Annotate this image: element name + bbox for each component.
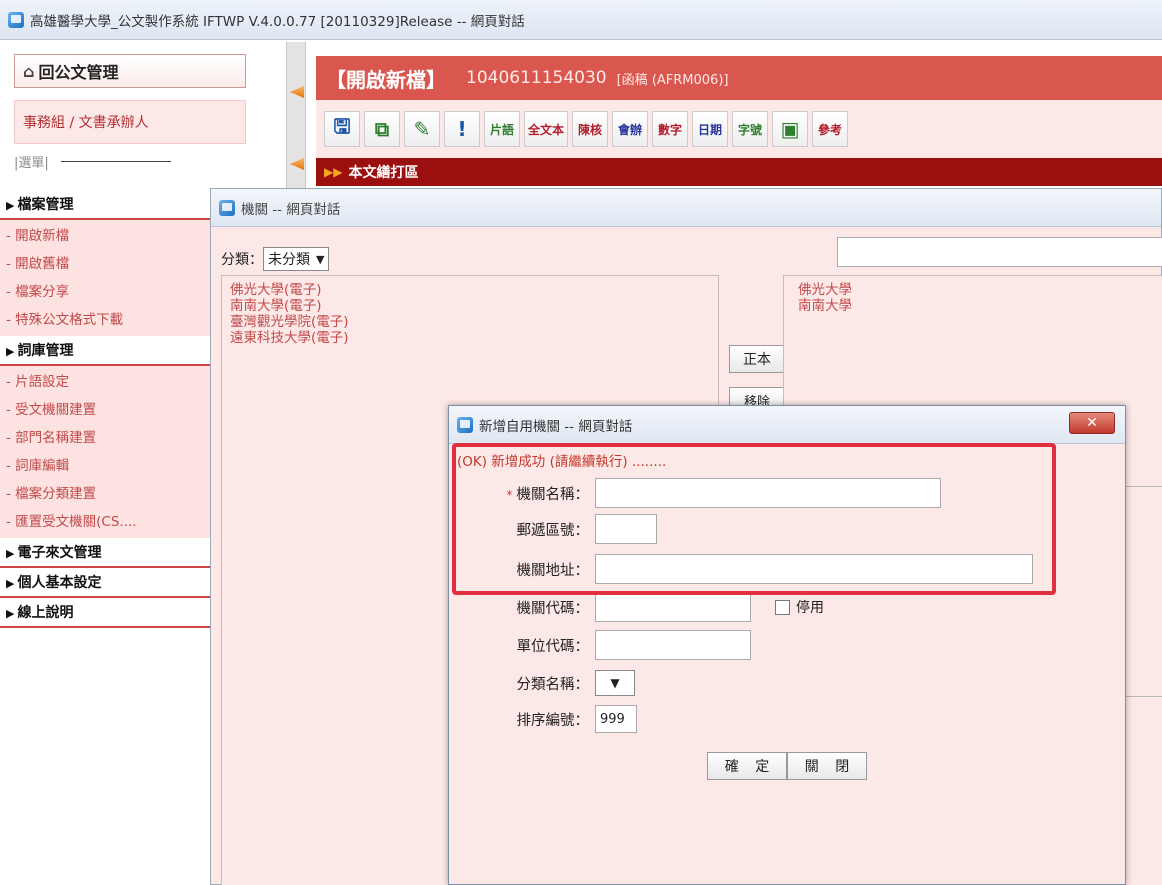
add-agency-titlebar: 新增自用機關 -- 網頁對話 ✕ [449,406,1125,444]
checkbox-icon[interactable] [775,599,790,615]
browser-icon [8,11,24,28]
edit-area-strip: ▶▶ 本文繕打區 [316,158,1162,186]
agency-dialog-titlebar: 機關 -- 網頁對話 [211,189,1161,227]
category-select[interactable]: 未分類 ▼ [263,247,330,271]
nav-item-phrase[interactable]: - 片語設定 [0,368,210,396]
number-button[interactable]: 數字 [652,111,689,147]
copy-icon[interactable]: ⧉ [364,111,400,147]
cosign-button[interactable]: 會辦 [612,111,649,147]
category-label: 分類： [221,252,263,268]
window-titlebar: 高雄醫學大學_公文製作系統 IFTWP V.4.0.0.77 [20110329… [0,0,1162,40]
sort-row: 排序編號： 999 [449,704,637,734]
category-name-label: 分類名稱： [516,676,590,693]
agency-name-field[interactable] [595,478,941,508]
nav-item-recipient[interactable]: - 受文機關建置 [0,396,210,424]
chevron-down-icon: ▼ [610,676,620,690]
unit-code-field[interactable] [595,630,751,660]
list-item[interactable]: 佛光大學 [798,282,1154,298]
list-item[interactable]: 臺灣觀光學院(電子) [230,314,710,330]
review-button[interactable]: 陳核 [572,111,609,147]
sidebar-nav: 檔案管理 - 開啟新檔 - 開啟舊檔 - 檔案分享 - 特殊公文格式下載 詞庫管… [0,190,210,628]
nav-item-file-category[interactable]: - 檔案分類建置 [0,480,210,508]
nav-item-dept[interactable]: - 部門名稱建置 [0,424,210,452]
nav-item-lexicon-edit[interactable]: - 詞庫編輯 [0,452,210,480]
doc-id: 1040611154030 [466,68,607,88]
menu-label: |選單| [14,152,171,171]
phrase-button[interactable]: 片語 [484,111,520,147]
nav-item-share-file[interactable]: - 檔案分享 [0,278,210,306]
code-row: 機關代碼： 停用 [449,592,824,622]
disable-checkbox[interactable]: 停用 [775,597,824,617]
browser-icon [457,416,473,433]
search-input[interactable] [837,237,1162,267]
category-row: 分類： 未分類 ▼ [221,247,330,271]
chevron-down-icon: ▼ [316,252,325,266]
date-button[interactable]: 日期 [692,111,729,147]
add-agency-title: 新增自用機關 -- 網頁對話 [479,418,633,435]
home-logo[interactable]: ⌂ 回公文管理 [14,54,246,88]
list-item[interactable]: 南南大學(電子) [230,298,710,314]
list-item[interactable]: 南南大學 [798,298,1154,314]
agency-code-field[interactable] [595,592,751,622]
doc-header: 【開啟新檔】 1040611154030 [函稿 (AFRM006)] [316,56,1162,100]
category-name-select[interactable]: ▼ [595,670,635,696]
confirm-button[interactable]: 確 定 [707,752,787,780]
list-item[interactable]: 佛光大學(電子) [230,282,710,298]
window-title: 高雄醫學大學_公文製作系統 IFTWP V.4.0.0.77 [20110329… [30,13,525,30]
unit-row: 單位代碼： [449,630,751,660]
doc-type: [函稿 (AFRM006)] [616,72,729,88]
main-copy-button[interactable]: 正本 [729,345,785,373]
clipboard-icon[interactable]: ▣ [772,111,809,147]
zip-field[interactable] [595,514,657,544]
add-agency-dialog: 新增自用機關 -- 網頁對話 ✕ (OK) 新增成功 (請繼續執行) .....… [448,405,1126,885]
fulltext-button[interactable]: 全文本 [524,111,569,147]
sort-label: 排序編號： [516,712,590,729]
zip-label: 郵遞區號： [516,522,590,539]
save-icon[interactable]: 🖫 [324,111,360,147]
toolbar: 🖫 ⧉ ✎ ! 片語 全文本 陳核 會辦 數字 日期 字號 ▣ 參考 [316,100,1162,158]
agency-name-label: * 機關名稱： [506,486,590,503]
nav-item-new-file[interactable]: - 開啟新檔 [0,222,210,250]
home-icon: ⌂ [23,61,35,81]
logo-text: 回公文管理 [38,63,119,82]
unit-code-label: 單位代碼： [516,638,590,655]
docno-button[interactable]: 字號 [732,111,769,147]
address-label: 機關地址： [516,562,590,579]
nav-item-import-recipient[interactable]: - 匯置受文機關(CS.... [0,508,210,536]
status-message: (OK) 新增成功 (請繼續執行) ........ [457,454,667,470]
close-button[interactable]: 關 閉 [787,752,867,780]
close-icon[interactable]: ✕ [1069,412,1115,434]
category-name-row: 分類名稱： ▼ [449,668,635,698]
address-field[interactable] [595,554,1033,584]
pen-icon[interactable]: ✎ [404,111,440,147]
edit-area-label: 本文繕打區 [348,165,419,181]
collapse-arrow-icon[interactable] [290,158,304,170]
required-mark: * [506,487,513,502]
doc-action: 【開啟新檔】 [326,67,446,92]
nav-items-file: - 開啟新檔 - 開啟舊檔 - 檔案分享 - 特殊公文格式下載 [0,220,210,336]
nav-group-file[interactable]: 檔案管理 [0,190,210,220]
zip-row: 郵遞區號： [449,514,657,544]
alert-icon[interactable]: ! [444,111,480,147]
nav-items-lexicon: - 片語設定 - 受文機關建置 - 部門名稱建置 - 詞庫編輯 - 檔案分類建置… [0,366,210,538]
collapse-arrow-icon[interactable] [290,86,304,98]
address-row: 機關地址： [449,554,1033,584]
reference-button[interactable]: 參考 [812,111,849,147]
nav-item-open-file[interactable]: - 開啟舊檔 [0,250,210,278]
nav-group-e-inbox[interactable]: 電子來文管理 [0,538,210,568]
sort-field[interactable]: 999 [595,705,637,733]
role-text: 事務組 / 文書承辦人 [23,115,149,131]
nav-group-help[interactable]: 線上說明 [0,598,210,628]
name-row: * 機關名稱： [449,478,941,508]
agency-code-label: 機關代碼： [516,600,590,617]
role-box: 事務組 / 文書承辦人 [14,100,246,144]
double-arrow-icon: ▶▶ [324,165,343,179]
nav-group-personal[interactable]: 個人基本設定 [0,568,210,598]
nav-item-special-download[interactable]: - 特殊公文格式下載 [0,306,210,334]
nav-group-lexicon[interactable]: 詞庫管理 [0,336,210,366]
list-item[interactable]: 遠東科技大學(電子) [230,330,710,346]
agency-dialog-title: 機關 -- 網頁對話 [241,201,341,218]
browser-icon [219,199,235,216]
